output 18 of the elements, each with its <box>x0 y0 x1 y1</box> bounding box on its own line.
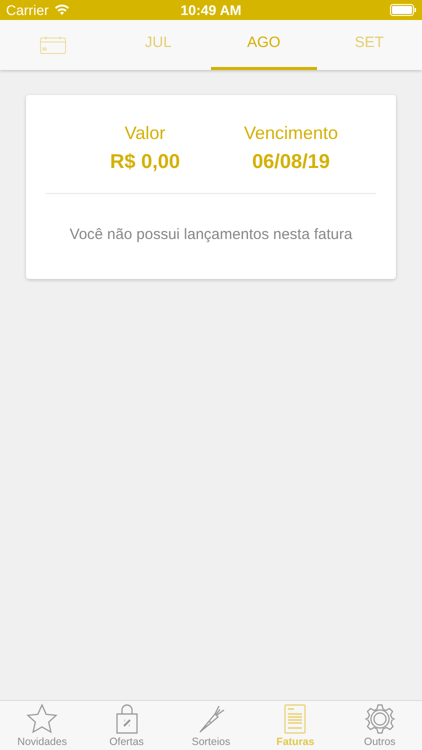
carrier-label: Carrier <box>6 0 49 20</box>
battery-icon <box>390 4 416 16</box>
tab-bar-item[interactable]: Ofertas <box>84 701 169 750</box>
star-icon <box>26 703 58 735</box>
due-date-value: 06/08/19 <box>252 150 330 175</box>
tab-bar-item[interactable]: Faturas <box>253 701 338 750</box>
tab-bar-item[interactable]: Novidades <box>0 701 84 750</box>
tab-bar-item[interactable]: Sorteios <box>168 701 254 750</box>
calendar-icon[interactable] <box>40 36 66 54</box>
clock: 10:49 AM <box>180 0 242 20</box>
tab-bar-item[interactable]: Outros <box>338 701 422 750</box>
wifi-icon <box>54 4 70 16</box>
amount-value: R$ 0,00 <box>110 150 180 175</box>
empty-message: Você não possui lançamentos nesta fatura <box>68 225 354 245</box>
due-date-label: Vencimento <box>244 122 338 145</box>
settings-icon <box>364 703 396 735</box>
amount-label: Valor <box>124 122 166 145</box>
month-tab[interactable]: AGO <box>211 20 316 70</box>
